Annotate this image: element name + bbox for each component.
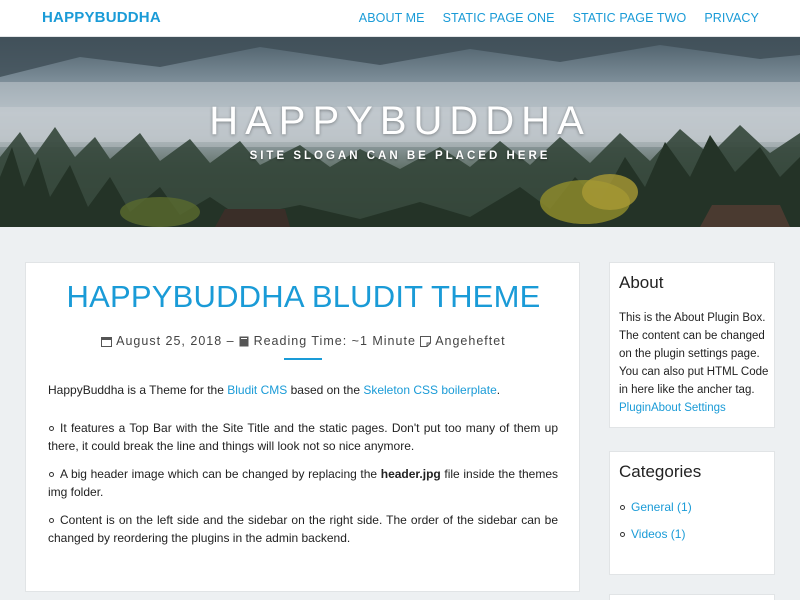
- hero-title: HAPPYBUDDHA: [209, 99, 591, 143]
- about-text: This is the About Plugin Box. The conten…: [619, 309, 771, 417]
- nav-static-page-two[interactable]: STATIC PAGE TWO: [573, 11, 687, 25]
- plugin-about-settings-link[interactable]: PluginAbout Settings: [619, 402, 726, 414]
- post-meta: August 25, 2018 – Reading Time: ~1 Minut…: [26, 334, 581, 350]
- nav-about-me[interactable]: ABOUT ME: [359, 11, 425, 25]
- header-image: HAPPYBUDDHA SITE SLOGAN CAN BE PLACED HE…: [0, 37, 800, 227]
- intro-text: HappyBuddha is a Theme for the: [48, 383, 228, 397]
- post-date: August 25, 2018: [116, 334, 223, 348]
- intro-text-end: .: [496, 383, 501, 397]
- bullet-icon: [620, 504, 625, 510]
- bullet-icon: [49, 517, 54, 523]
- skeleton-css-link[interactable]: Skeleton CSS boilerplate: [363, 383, 496, 397]
- list-item: General (1): [619, 498, 692, 516]
- categories-heading: Categories: [619, 462, 702, 481]
- book-icon: [239, 336, 249, 350]
- feature-text: It features a Top Bar with the Site Titl…: [48, 421, 558, 453]
- bullet-icon: [49, 425, 54, 431]
- top-bar: HAPPYBUDDHA ABOUT ME STATIC PAGE ONE STA…: [0, 0, 800, 37]
- about-body: This is the About Plugin Box. The conten…: [619, 312, 769, 396]
- sidebar-widget-partial: [609, 594, 775, 600]
- list-item: Videos (1): [619, 525, 692, 543]
- category-videos-link[interactable]: Videos (1): [631, 527, 685, 541]
- about-widget: About This is the About Plugin Box. The …: [609, 262, 775, 428]
- list-item: A big header image which can be changed …: [48, 465, 558, 501]
- categories-list: General (1) Videos (1): [619, 498, 692, 552]
- reading-time: Reading Time: ~1 Minute: [253, 334, 416, 348]
- main-nav: ABOUT ME STATIC PAGE ONE STATIC PAGE TWO…: [359, 11, 759, 25]
- hero-slogan: SITE SLOGAN CAN BE PLACED HERE: [249, 150, 551, 162]
- post-intro: HappyBuddha is a Theme for the Bludit CM…: [48, 381, 558, 399]
- calendar-icon: [101, 336, 113, 350]
- categories-widget: Categories General (1) Videos (1): [609, 451, 775, 575]
- nav-privacy[interactable]: PRIVACY: [704, 11, 759, 25]
- pinned-label: Angeheftet: [435, 334, 506, 348]
- post-card: HAPPYBUDDHA BLUDIT THEME August 25, 2018…: [25, 262, 580, 592]
- title-divider: [284, 358, 322, 360]
- pin-note-icon: [420, 336, 432, 350]
- bullet-icon: [620, 531, 625, 537]
- bludit-cms-link[interactable]: Bludit CMS: [227, 383, 287, 397]
- intro-text-middle: based on the: [287, 383, 364, 397]
- site-title-link[interactable]: HAPPYBUDDHA: [42, 9, 161, 26]
- feature-text: A big header image which can be changed …: [60, 467, 381, 481]
- list-item: It features a Top Bar with the Site Titl…: [48, 419, 558, 455]
- feature-filename: header.jpg: [380, 467, 441, 481]
- meta-separator: –: [226, 334, 235, 348]
- category-general-link[interactable]: General (1): [631, 500, 692, 514]
- list-item: Content is on the left side and the side…: [48, 511, 558, 547]
- nav-static-page-one[interactable]: STATIC PAGE ONE: [443, 11, 555, 25]
- post-title[interactable]: HAPPYBUDDHA BLUDIT THEME: [26, 279, 581, 315]
- bullet-icon: [49, 471, 54, 477]
- feature-list: It features a Top Bar with the Site Titl…: [48, 419, 558, 557]
- about-heading: About: [619, 273, 664, 292]
- feature-text: Content is on the left side and the side…: [48, 513, 558, 545]
